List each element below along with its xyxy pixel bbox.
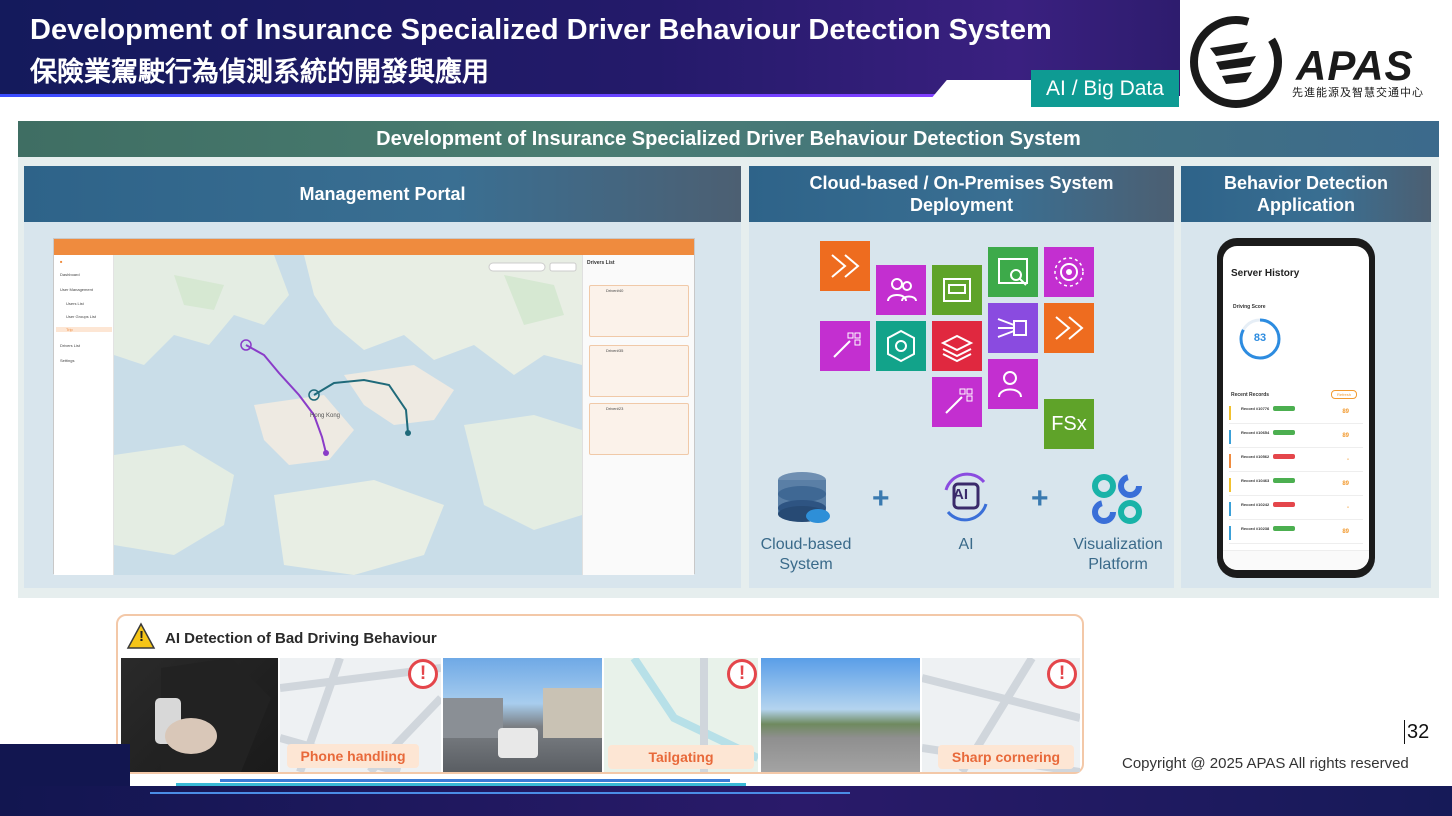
driving-score-value: 83 (1253, 332, 1267, 344)
storage-icon (932, 265, 982, 315)
driving-score-label: Driving Score (1233, 304, 1266, 310)
copyright-text: Copyright @ 2025 APAS All rights reserve… (1122, 755, 1409, 772)
record-row[interactable]: Record #10463 89 (1229, 476, 1363, 496)
map-illustration (114, 255, 582, 575)
sidebar-item-drivers-list[interactable]: Drivers List (60, 343, 80, 348)
header-accent-line (0, 94, 1060, 97)
footer-accent-line (150, 792, 850, 794)
cloud-system-label-line1: Cloud-based (760, 536, 852, 553)
phone-mockup: Server History Driving Score 83 Recent R… (1217, 238, 1375, 578)
footer-accent-line (220, 779, 730, 782)
footer-accent-line (176, 783, 746, 786)
cloud-system-label-line2: System (779, 556, 833, 573)
data-stream-icon (988, 303, 1038, 353)
logo-subtitle: 先進能源及智慧交通中心 (1292, 87, 1424, 99)
sidebar-item-users-list[interactable]: Users List (66, 301, 84, 306)
driver-name: Driver#40 (606, 288, 624, 293)
phone-screen: Server History Driving Score 83 Recent R… (1223, 246, 1369, 570)
portal-top-bar (54, 239, 694, 255)
management-portal-heading: Management Portal (24, 166, 741, 222)
layers-icon (932, 321, 982, 371)
driver-card[interactable]: Driver#40 (589, 285, 689, 337)
record-row[interactable]: Record #10562- (1229, 452, 1363, 472)
section-banner: Development of Insurance Specialized Dri… (18, 121, 1439, 157)
visualization-label-line2: Platform (1088, 556, 1148, 573)
tailgating-photo (443, 658, 602, 772)
kinesis-icon (1044, 303, 1094, 353)
ai-hexagon-icon (876, 321, 926, 371)
database-cloud-icon (778, 472, 830, 523)
sidebar-item-dashboard[interactable]: Dashboard (60, 272, 80, 277)
tailgating-caption: Tailgating (608, 745, 754, 769)
portal-map[interactable]: Hong Kong (114, 255, 582, 575)
category-tag: AI / Big Data (1031, 70, 1179, 107)
portal-screenshot: ■ Dashboard User Management Users List U… (53, 238, 695, 575)
visualization-label-line1: Visualization (1073, 536, 1163, 553)
visualization-platform-label: Visualization Platform (1068, 535, 1168, 575)
ai-chip-label: AI (953, 486, 968, 503)
cloud-system-label: Cloud-based System (756, 535, 856, 575)
driver-name: Driver#35 (606, 348, 624, 353)
drivers-list-title: Drivers List (587, 260, 615, 266)
server-history-title: Server History (1231, 268, 1300, 279)
cloud-deployment-heading: Cloud-based / On-Premises System Deploym… (749, 166, 1174, 222)
driver-card[interactable]: Driver#23 (589, 403, 689, 455)
user-shield-icon (988, 359, 1038, 409)
phone-handling-photo (121, 658, 278, 772)
sharp-cornering-caption: Sharp cornering (938, 745, 1074, 769)
ai-label: AI (958, 536, 974, 553)
portal-logo-icon: ■ (60, 259, 63, 264)
fsx-icon: FSx (1044, 399, 1094, 449)
magic-wand-icon (932, 377, 982, 427)
footer-background (0, 786, 1452, 816)
sharp-cornering-photo (761, 658, 920, 772)
sidebar-item-trip[interactable]: Trip (56, 327, 112, 332)
kinesis-icon (820, 241, 870, 291)
record-row[interactable]: Record #10238 89 (1229, 524, 1363, 544)
alert-icon: ! (408, 659, 438, 689)
recent-records-label: Recent Records (1231, 392, 1270, 398)
alert-icon: ! (1047, 659, 1077, 689)
drivers-list-panel: Drivers List Driver#40 Driver#35 Driver#… (582, 255, 694, 575)
magic-wand-icon (820, 321, 870, 371)
page-title-english: Development of Insurance Specialized Dri… (30, 14, 1052, 46)
ai-detection-title: AI Detection of Bad Driving Behaviour (165, 630, 437, 647)
portal-sidebar: ■ Dashboard User Management Users List U… (54, 255, 114, 575)
logo-name: APAS (1296, 42, 1414, 89)
settings-cog-icon (1044, 247, 1094, 297)
visualization-rings-icon (1092, 474, 1142, 524)
driver-card[interactable]: Driver#35 (589, 345, 689, 397)
page-title-chinese: 保險業駕駛行為偵測系統的開發與應用 (30, 57, 489, 87)
behavior-app-heading: Behavior Detection Application (1181, 166, 1431, 222)
page-number: 32 (1404, 720, 1429, 744)
driver-name: Driver#23 (606, 406, 624, 411)
slide: Development of Insurance Specialized Dri… (0, 0, 1452, 816)
sidebar-item-user-management[interactable]: User Management (60, 287, 93, 292)
sidebar-item-user-groups[interactable]: User Groups List (66, 314, 96, 319)
phone-handling-caption: Phone handling (287, 744, 419, 768)
record-row[interactable]: Record #10776 89 (1229, 404, 1363, 424)
plus-sign: + (1031, 482, 1049, 515)
record-row[interactable]: Record #10654 89 (1229, 428, 1363, 448)
map-city-label: Hong Kong (310, 413, 341, 419)
app-bottom-nav[interactable] (1223, 550, 1369, 570)
warning-glyph: ! (139, 628, 144, 645)
refresh-button[interactable]: Refresh (1331, 390, 1358, 399)
sidebar-item-settings[interactable]: Settings (60, 358, 74, 363)
plus-sign: + (872, 482, 890, 515)
inspector-icon (988, 247, 1038, 297)
record-row[interactable]: Record #10242- (1229, 500, 1363, 520)
alert-icon: ! (727, 659, 757, 689)
user-group-icon (876, 265, 926, 315)
